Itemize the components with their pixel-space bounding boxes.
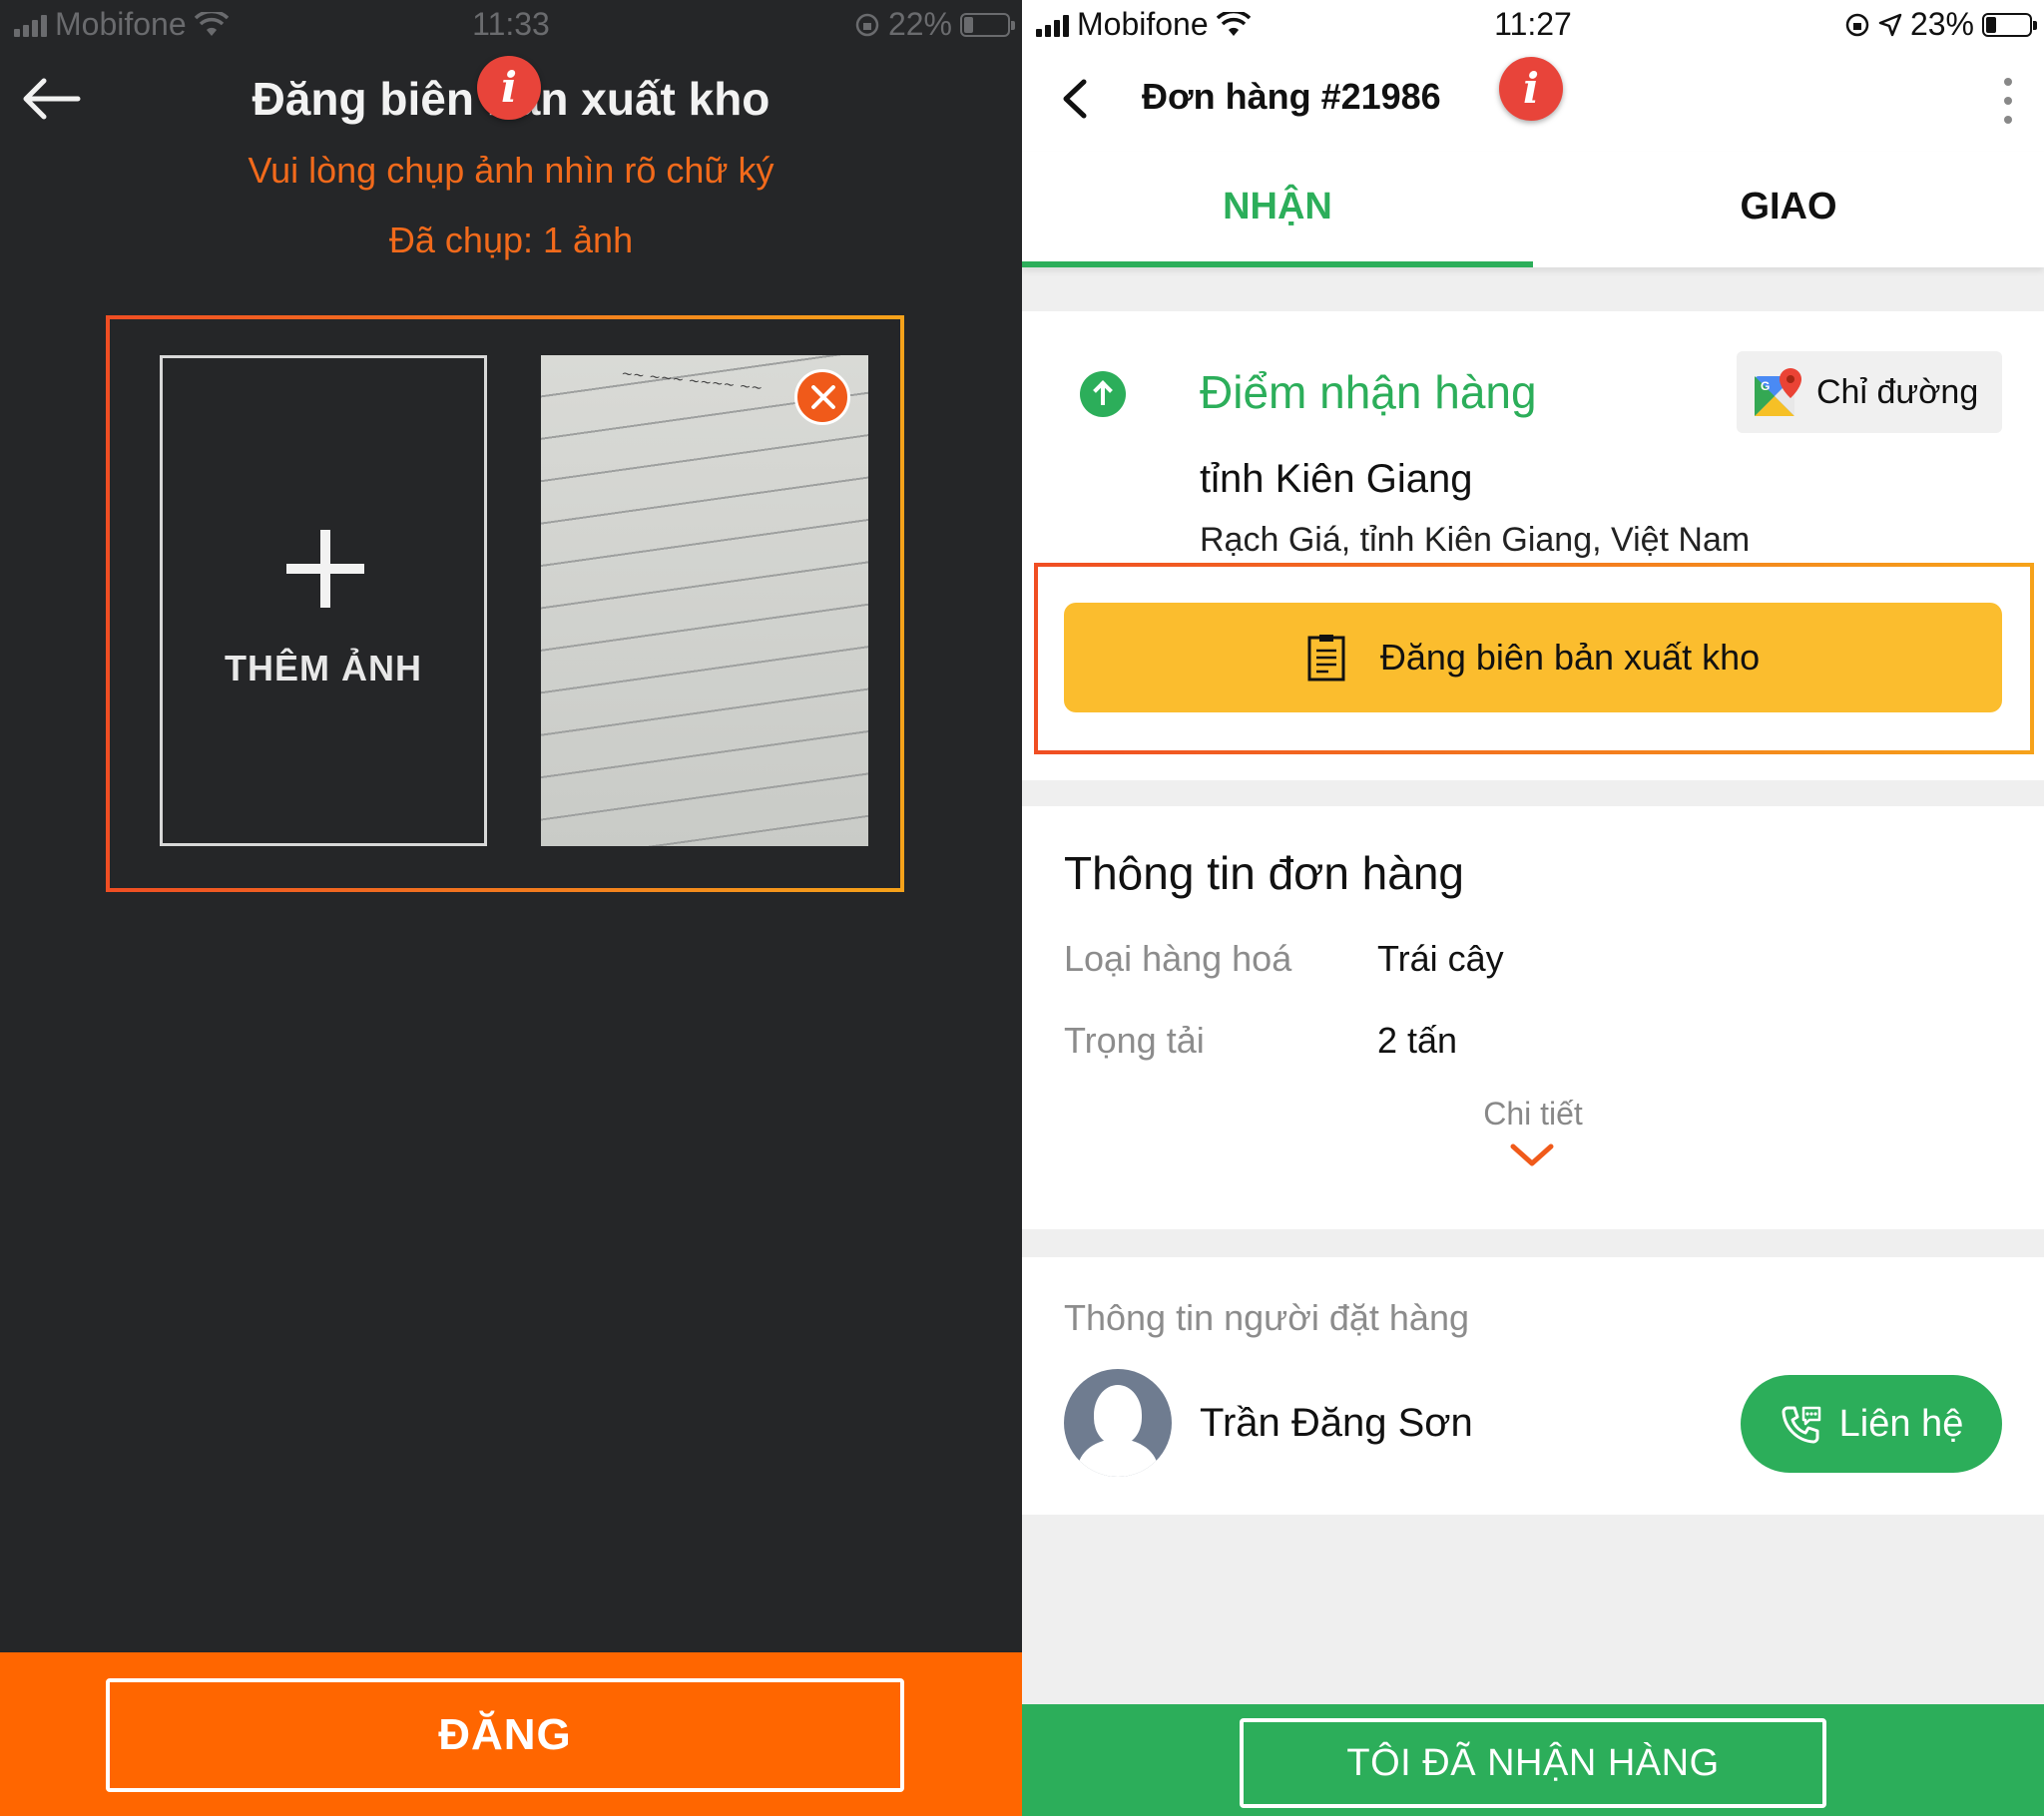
photo-count-text: Đã chụp: 1 ảnh [388, 220, 634, 260]
pickup-address: Rạch Giá, tỉnh Kiên Giang, Việt Nam [1200, 521, 1751, 559]
confirm-received-button[interactable]: TÔI ĐÃ NHẬN HÀNG [1240, 1718, 1826, 1808]
directions-button[interactable]: G Chỉ đường [1737, 351, 2002, 433]
battery-icon [960, 12, 1015, 37]
info-icon[interactable]: i [477, 56, 541, 120]
order-title: Đơn hàng #21986 [1142, 76, 1441, 117]
directions-label: Chỉ đường [1816, 372, 1979, 411]
document-icon [1307, 635, 1345, 681]
kebab-menu-icon[interactable] [2002, 78, 2014, 124]
customer-card: Thông tin người đặt hàng Trần Đăng Sơn L… [1022, 1257, 2044, 1515]
google-maps-icon: G [1755, 368, 1801, 416]
order-info-card: Thông tin đơn hàng Loại hàng hoá Trái câ… [1022, 780, 2044, 1229]
close-circle-icon[interactable] [794, 369, 850, 425]
pickup-card: Điểm nhận hàng G Chỉ đường tỉnh Kiên Gia… [1022, 311, 2044, 780]
phone-call-icon [1782, 1406, 1820, 1444]
left-screen: Mobifone 11:33 22% Đăng biên bản xuất kh… [0, 0, 1022, 1816]
contact-button[interactable]: Liên hệ [1741, 1375, 2002, 1473]
order-header: Đơn hàng #21986 i [1022, 52, 2044, 152]
load-value: 2 tấn [1377, 1020, 1458, 1061]
add-photo-button[interactable]: THÊM ẢNH [160, 355, 487, 846]
rotation-lock-icon [855, 13, 879, 36]
user-avatar-icon [1064, 1369, 1172, 1477]
handwriting-scribble: ~~ ~~~ ~~~~ ~~ [620, 365, 764, 397]
cargo-type-label: Loại hàng hoá [1064, 938, 1292, 979]
export-report-label: Đăng biên bản xuất kho [1379, 637, 1761, 678]
add-photo-label: THÊM ẢNH [225, 648, 422, 688]
location-arrow-icon [1878, 13, 1902, 36]
left-bottom-bar: ĐĂNG [0, 1652, 1022, 1816]
chevron-down-icon[interactable] [1509, 1141, 1555, 1169]
cargo-type-value: Trái cây [1377, 938, 1504, 979]
info-icon[interactable]: i [1499, 57, 1563, 121]
arrow-up-circle-icon [1080, 371, 1126, 417]
tab-receive[interactable]: NHẬN [1022, 152, 1533, 267]
svg-text:G: G [1761, 379, 1770, 393]
pickup-point-label: Điểm nhận hàng [1200, 366, 1537, 418]
status-bar: Mobifone 11:33 22% [0, 0, 1022, 52]
contact-label: Liên hệ [1838, 1402, 1964, 1445]
captured-photo-thumbnail[interactable]: ~~ ~~~ ~~~~ ~~ [541, 355, 868, 846]
status-bar: Mobifone 11:27 23% [1022, 0, 2044, 52]
instruction-text: Vui lòng chụp ảnh nhìn rõ chữ ký [248, 150, 774, 191]
load-label: Trọng tải [1064, 1020, 1205, 1061]
plus-icon [286, 530, 364, 608]
customer-name: Trần Đăng Sơn [1200, 1401, 1473, 1445]
right-bottom-bar: TÔI ĐÃ NHẬN HÀNG [1022, 1704, 2044, 1816]
battery-percent: 23% [1909, 6, 1974, 42]
submit-button[interactable]: ĐĂNG [106, 1678, 904, 1792]
photo-gallery-frame: THÊM ẢNH ~~ ~~~ ~~~~ ~~ [106, 315, 904, 892]
rotation-lock-icon [1845, 13, 1869, 36]
tab-deliver[interactable]: GIAO [1533, 152, 2044, 267]
chevron-left-icon[interactable] [1056, 74, 1096, 124]
pickup-province: tỉnh Kiên Giang [1200, 457, 1473, 501]
order-info-title: Thông tin đơn hàng [1064, 847, 1465, 899]
tab-bar: NHẬN GIAO [1022, 152, 2044, 267]
right-screen: Mobifone 11:27 23% Đơn hàng #21986 i NHẬ… [1022, 0, 2044, 1816]
customer-info-title: Thông tin người đặt hàng [1064, 1297, 1469, 1338]
export-report-button[interactable]: Đăng biên bản xuất kho [1064, 603, 2002, 712]
details-link[interactable]: Chi tiết [1022, 1096, 2044, 1133]
battery-percent: 22% [887, 6, 952, 42]
battery-icon [1982, 12, 2037, 37]
